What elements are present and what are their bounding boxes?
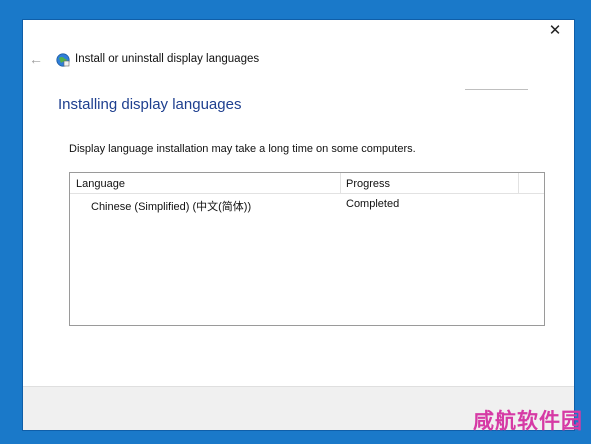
list-header: Language Progress [70,173,544,194]
language-list[interactable]: Language Progress Chinese (Simplified) (… [69,172,545,326]
table-row[interactable]: Chinese (Simplified) (中文(简体)) Completed [70,196,544,214]
column-divider[interactable] [518,173,519,193]
close-button[interactable]: ✕ [542,21,568,41]
column-divider[interactable] [340,173,341,193]
column-header-progress[interactable]: Progress [346,178,390,190]
page-description: Display language installation may take a… [69,143,416,155]
column-header-language[interactable]: Language [76,178,125,190]
header-divider [465,89,528,90]
row-language: Chinese (Simplified) (中文(简体)) [91,201,252,213]
back-arrow-icon[interactable]: ← [29,51,43,67]
site-watermark: 咸航软件园 [473,409,583,433]
language-globe-icon [56,53,70,67]
page-heading: Installing display languages [58,96,242,113]
row-progress: Completed [346,198,400,210]
window-title: Install or uninstall display languages [75,53,260,65]
dialog-window: ✕ ← Install or uninstall display languag… [22,19,575,431]
